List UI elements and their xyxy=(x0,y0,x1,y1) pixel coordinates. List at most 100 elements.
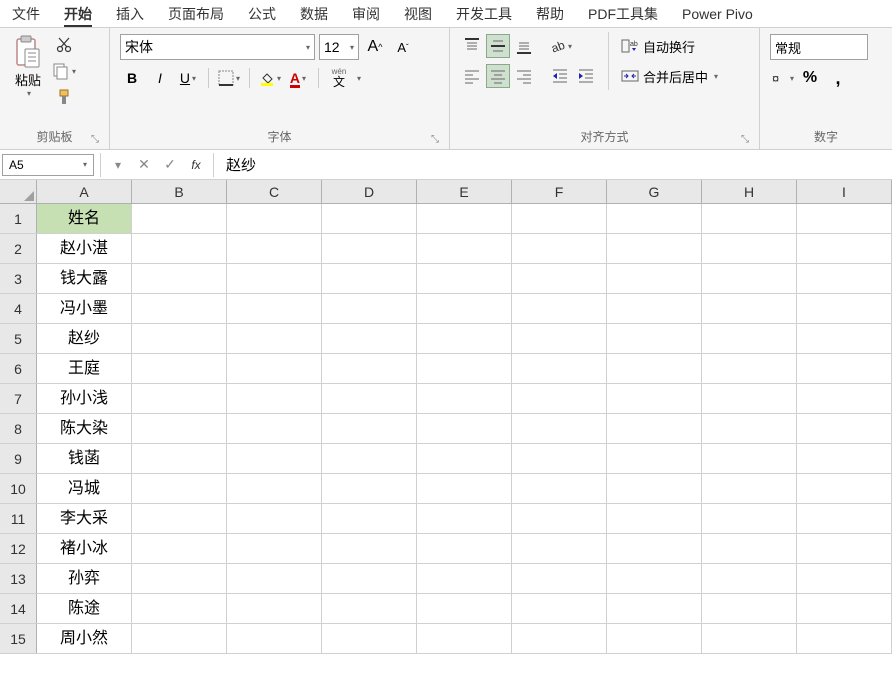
tab-pdf-tools[interactable]: PDF工具集 xyxy=(584,2,662,26)
cell[interactable] xyxy=(607,324,702,353)
col-header-e[interactable]: E xyxy=(417,180,512,203)
cell[interactable] xyxy=(607,564,702,593)
clipboard-launcher[interactable]: ⤡ xyxy=(91,134,99,145)
cell[interactable] xyxy=(132,594,227,623)
cell[interactable] xyxy=(797,504,892,533)
font-size-select[interactable]: 12 ▾ xyxy=(319,34,359,60)
row-header[interactable]: 1 xyxy=(0,204,37,233)
cell[interactable] xyxy=(417,504,512,533)
cell[interactable] xyxy=(607,354,702,383)
tab-file[interactable]: 文件 xyxy=(8,2,44,26)
cell[interactable] xyxy=(322,594,417,623)
alignment-launcher[interactable]: ⤡ xyxy=(741,134,749,145)
cell[interactable] xyxy=(702,414,797,443)
name-box[interactable]: A5 ▾ xyxy=(2,154,94,176)
row-header[interactable]: 6 xyxy=(0,354,37,383)
cell[interactable] xyxy=(512,234,607,263)
cell[interactable] xyxy=(702,234,797,263)
cell[interactable] xyxy=(132,414,227,443)
cell[interactable] xyxy=(417,234,512,263)
paste-button[interactable]: 粘贴 ▾ xyxy=(8,32,48,100)
cell[interactable] xyxy=(797,414,892,443)
cell[interactable] xyxy=(702,354,797,383)
cell[interactable] xyxy=(227,234,322,263)
dropdown-button[interactable]: ▾ xyxy=(105,154,131,176)
cell[interactable] xyxy=(512,564,607,593)
cell[interactable] xyxy=(417,384,512,413)
decrease-indent-button[interactable] xyxy=(548,64,572,88)
merge-center-button[interactable]: 合并后居中 ▾ xyxy=(617,64,722,88)
cell[interactable] xyxy=(417,474,512,503)
cell[interactable] xyxy=(417,204,512,233)
col-header-f[interactable]: F xyxy=(512,180,607,203)
cell[interactable] xyxy=(227,444,322,473)
cell[interactable] xyxy=(702,444,797,473)
cell[interactable] xyxy=(227,504,322,533)
cell[interactable] xyxy=(607,474,702,503)
font-name-select[interactable]: 宋体 ▾ xyxy=(120,34,315,60)
cell[interactable] xyxy=(797,234,892,263)
align-left-button[interactable] xyxy=(460,64,484,88)
cell[interactable] xyxy=(417,324,512,353)
cell[interactable] xyxy=(512,414,607,443)
cell[interactable] xyxy=(702,534,797,563)
tab-formulas[interactable]: 公式 xyxy=(244,2,280,26)
row-header[interactable]: 4 xyxy=(0,294,37,323)
cell[interactable] xyxy=(702,294,797,323)
cell[interactable] xyxy=(132,504,227,533)
align-bottom-button[interactable] xyxy=(512,34,536,58)
cell[interactable] xyxy=(702,474,797,503)
cell[interactable] xyxy=(227,624,322,653)
cell[interactable] xyxy=(702,564,797,593)
cell[interactable] xyxy=(607,294,702,323)
cell[interactable] xyxy=(702,264,797,293)
cell[interactable] xyxy=(322,204,417,233)
cell[interactable] xyxy=(797,594,892,623)
cell[interactable] xyxy=(132,624,227,653)
cell[interactable] xyxy=(702,384,797,413)
accounting-format-button[interactable]: ¤▾ xyxy=(770,66,794,90)
cell[interactable] xyxy=(797,324,892,353)
cell[interactable] xyxy=(227,384,322,413)
cell[interactable]: 钱菡 xyxy=(37,444,132,473)
cell[interactable] xyxy=(607,264,702,293)
tab-power-pivot[interactable]: Power Pivo xyxy=(678,4,757,24)
cell[interactable] xyxy=(512,204,607,233)
cell[interactable] xyxy=(132,264,227,293)
cell[interactable] xyxy=(607,384,702,413)
align-right-button[interactable] xyxy=(512,64,536,88)
tab-view[interactable]: 视图 xyxy=(400,2,436,26)
bold-button[interactable]: B xyxy=(120,66,144,90)
format-painter-button[interactable] xyxy=(52,86,76,108)
cell[interactable] xyxy=(512,504,607,533)
cell[interactable] xyxy=(132,294,227,323)
cell[interactable] xyxy=(322,444,417,473)
cell[interactable] xyxy=(322,264,417,293)
cell[interactable] xyxy=(607,534,702,563)
align-center-button[interactable] xyxy=(486,64,510,88)
cell[interactable]: 王庭 xyxy=(37,354,132,383)
cell[interactable] xyxy=(322,324,417,353)
cell[interactable] xyxy=(322,414,417,443)
cell[interactable]: 冯小墨 xyxy=(37,294,132,323)
cell[interactable] xyxy=(797,534,892,563)
cell[interactable] xyxy=(797,564,892,593)
italic-button[interactable]: I xyxy=(148,66,172,90)
cell[interactable] xyxy=(607,504,702,533)
row-header[interactable]: 3 xyxy=(0,264,37,293)
cut-button[interactable] xyxy=(52,34,76,56)
cell[interactable] xyxy=(797,624,892,653)
phonetic-button[interactable]: wén 文 xyxy=(327,66,351,90)
select-all-button[interactable] xyxy=(0,180,37,203)
cell[interactable] xyxy=(607,414,702,443)
font-color-button[interactable]: A▾ xyxy=(286,66,310,90)
cell[interactable] xyxy=(227,414,322,443)
cell[interactable] xyxy=(512,294,607,323)
tab-page-layout[interactable]: 页面布局 xyxy=(164,2,228,26)
cell[interactable]: 姓名 xyxy=(37,204,132,233)
cell[interactable]: 周小然 xyxy=(37,624,132,653)
number-format-select[interactable]: 常规 xyxy=(770,34,868,60)
cell[interactable] xyxy=(132,354,227,383)
cell[interactable]: 褚小冰 xyxy=(37,534,132,563)
cell[interactable] xyxy=(227,264,322,293)
